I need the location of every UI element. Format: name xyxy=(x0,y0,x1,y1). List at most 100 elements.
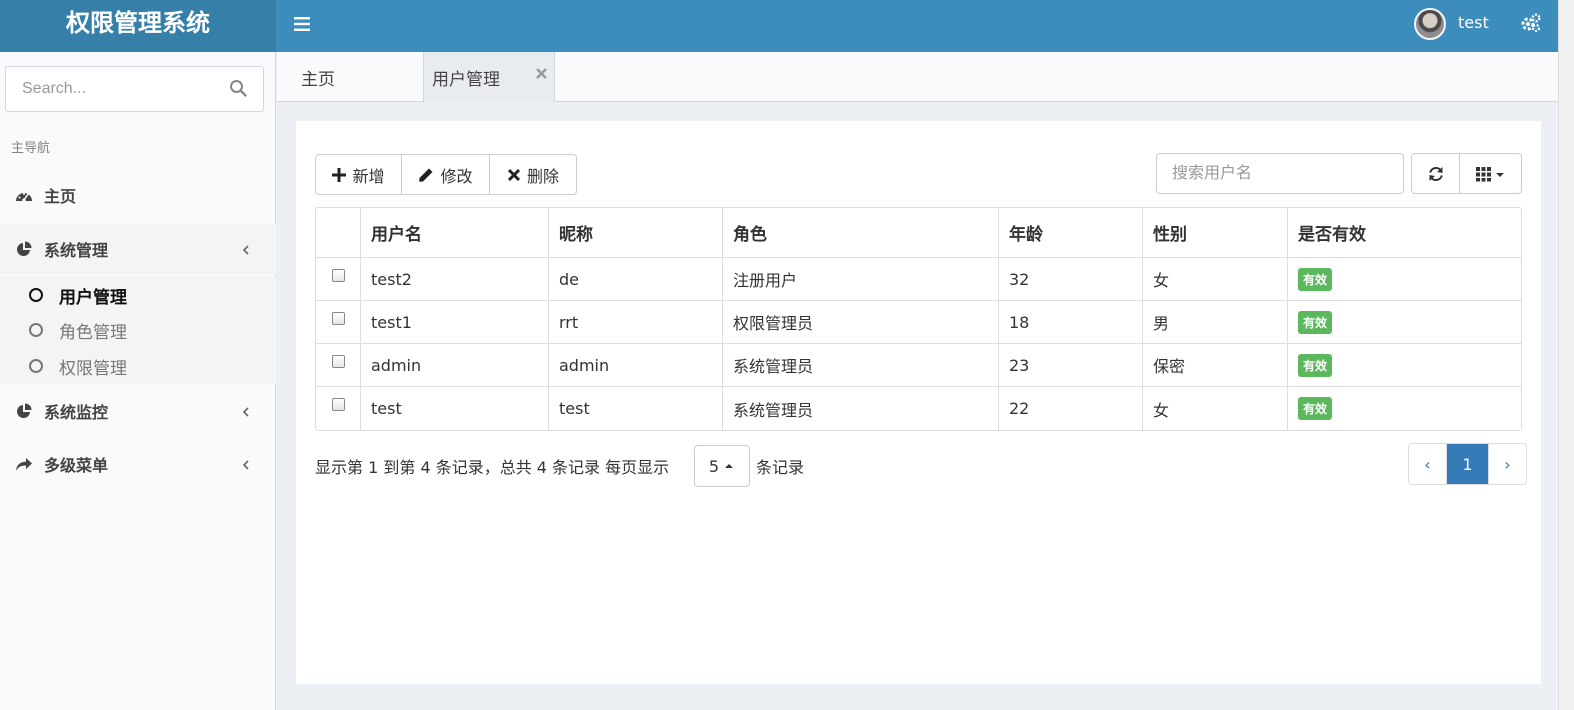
sidebar-item-system-monitor[interactable]: 系统监控 xyxy=(0,386,276,436)
chevron-left-icon xyxy=(242,241,252,255)
avatar[interactable] xyxy=(1414,8,1446,40)
status-badge: 有效 xyxy=(1298,353,1333,377)
sidebar-item-label: 系统管理 xyxy=(44,241,109,260)
cell-username: test1 xyxy=(360,301,548,343)
sidebar-item-label: 系统监控 xyxy=(44,403,109,422)
tab-user-management[interactable]: 用户管理 xyxy=(423,52,555,102)
page-size-value: 5 xyxy=(708,456,720,476)
sidebar-item-label: 主页 xyxy=(44,187,77,206)
tab-bar: 主页 用户管理 xyxy=(277,52,1558,102)
cell-username: admin xyxy=(360,344,548,386)
table-header-row: 用户名 昵称 角色 年龄 性别 是否有效 xyxy=(316,208,1521,258)
grid-icon xyxy=(1475,166,1504,181)
gears-icon[interactable] xyxy=(1520,12,1544,36)
sidebar-search xyxy=(5,66,264,112)
share-icon xyxy=(14,455,34,473)
pie-chart-icon xyxy=(14,240,34,258)
cell-nickname: test xyxy=(548,387,722,430)
toolbar-actions: 新增 修改 删除 xyxy=(315,154,577,195)
page-button-current[interactable]: 1 xyxy=(1447,444,1488,484)
table-tools xyxy=(1411,153,1522,194)
sidebar-search-input[interactable] xyxy=(6,67,216,111)
circle-icon xyxy=(29,288,43,302)
sidebar-item-user-management[interactable]: 用户管理 xyxy=(0,278,276,312)
column-header-age[interactable]: 年龄 xyxy=(998,208,1142,257)
next-page-button[interactable]: › xyxy=(1488,444,1526,484)
row-checkbox[interactable] xyxy=(331,268,345,282)
username-search-input[interactable] xyxy=(1156,153,1404,194)
circle-icon xyxy=(29,323,43,337)
dashboard-icon xyxy=(14,186,34,204)
row-select-cell xyxy=(316,301,360,343)
status-badge: 有效 xyxy=(1298,310,1333,334)
cell-gender: 女 xyxy=(1142,387,1287,430)
delete-button[interactable]: 删除 xyxy=(490,155,576,194)
refresh-icon xyxy=(1428,166,1443,181)
window-scrollbar[interactable] xyxy=(1558,0,1574,710)
row-checkbox[interactable] xyxy=(331,398,345,411)
column-header-status[interactable]: 是否有效 xyxy=(1287,208,1521,257)
search-icon[interactable] xyxy=(229,79,249,99)
row-checkbox[interactable] xyxy=(331,311,345,325)
column-header-gender[interactable]: 性别 xyxy=(1142,208,1287,257)
column-header-username[interactable]: 用户名 xyxy=(360,208,548,257)
columns-toggle-button[interactable] xyxy=(1460,154,1521,193)
prev-page-button[interactable]: ‹ xyxy=(1409,444,1447,484)
cell-status: 有效 xyxy=(1287,258,1521,300)
nav-header: 主导航 xyxy=(11,141,51,156)
cell-gender: 男 xyxy=(1142,301,1287,343)
cell-status: 有效 xyxy=(1287,344,1521,386)
cell-username: test xyxy=(360,387,548,430)
sidebar-item-permission-management[interactable]: 权限管理 xyxy=(0,349,276,383)
plus-icon xyxy=(332,167,347,182)
cell-nickname: rrt xyxy=(548,301,722,343)
remove-icon xyxy=(507,168,521,181)
user-table: 用户名 昵称 角色 年龄 性别 是否有效 test2 de 注册用户 32 女 … xyxy=(315,207,1522,431)
row-select-cell xyxy=(316,344,360,386)
cell-nickname: de xyxy=(548,258,722,300)
cell-age: 23 xyxy=(998,344,1142,386)
app-logo[interactable]: 权限管理系统 xyxy=(0,0,276,52)
refresh-button[interactable] xyxy=(1412,154,1460,193)
edit-button[interactable]: 修改 xyxy=(402,155,490,194)
add-label: 新增 xyxy=(352,166,385,186)
pagination-tail: 条记录 xyxy=(756,458,805,477)
cell-age: 32 xyxy=(998,258,1142,300)
cell-gender: 女 xyxy=(1142,258,1287,300)
user-name[interactable]: test xyxy=(1458,13,1489,32)
sidebar-item-role-management[interactable]: 角色管理 xyxy=(0,313,276,347)
sidebar-item-home[interactable]: 主页 xyxy=(0,170,276,220)
sidebar-item-multilevel-menu[interactable]: 多级菜单 xyxy=(0,439,276,489)
status-badge: 有效 xyxy=(1298,397,1333,420)
submenu-label: 权限管理 xyxy=(59,358,127,379)
status-badge: 有效 xyxy=(1298,267,1333,291)
close-icon[interactable] xyxy=(536,64,548,79)
table-row: admin admin 系统管理员 23 保密 有效 xyxy=(316,344,1521,387)
cell-status: 有效 xyxy=(1287,387,1521,430)
cell-nickname: admin xyxy=(548,344,722,386)
chevron-left-icon xyxy=(242,456,252,470)
cell-role: 系统管理员 xyxy=(722,387,998,430)
tab-home[interactable]: 主页 xyxy=(301,52,335,102)
cell-role: 系统管理员 xyxy=(722,344,998,386)
pencil-icon xyxy=(419,168,433,182)
pagination-info: 显示第 1 到第 4 条记录，总共 4 条记录 每页显示 xyxy=(315,458,670,477)
cell-age: 18 xyxy=(998,301,1142,343)
column-header-nickname[interactable]: 昵称 xyxy=(548,208,722,257)
row-checkbox[interactable] xyxy=(331,354,345,368)
page-size-dropdown[interactable]: 5 xyxy=(694,445,750,487)
add-button[interactable]: 新增 xyxy=(316,155,402,194)
chevron-left-icon xyxy=(242,403,252,417)
sidebar-item-system-management[interactable]: 系统管理 xyxy=(0,224,276,274)
table-row: test1 rrt 权限管理员 18 男 有效 xyxy=(316,301,1521,344)
edit-label: 修改 xyxy=(440,166,473,186)
pie-chart-icon xyxy=(14,402,34,420)
column-header-role[interactable]: 角色 xyxy=(722,208,998,257)
sidebar-toggle-icon[interactable] xyxy=(288,10,316,38)
submenu-system-management: 用户管理 角色管理 权限管理 xyxy=(0,276,276,384)
row-select-cell xyxy=(316,387,360,430)
cell-role: 权限管理员 xyxy=(722,301,998,343)
table-row: test2 de 注册用户 32 女 有效 xyxy=(316,258,1521,301)
select-all-cell xyxy=(316,208,360,257)
sidebar-item-label: 多级菜单 xyxy=(44,456,109,475)
